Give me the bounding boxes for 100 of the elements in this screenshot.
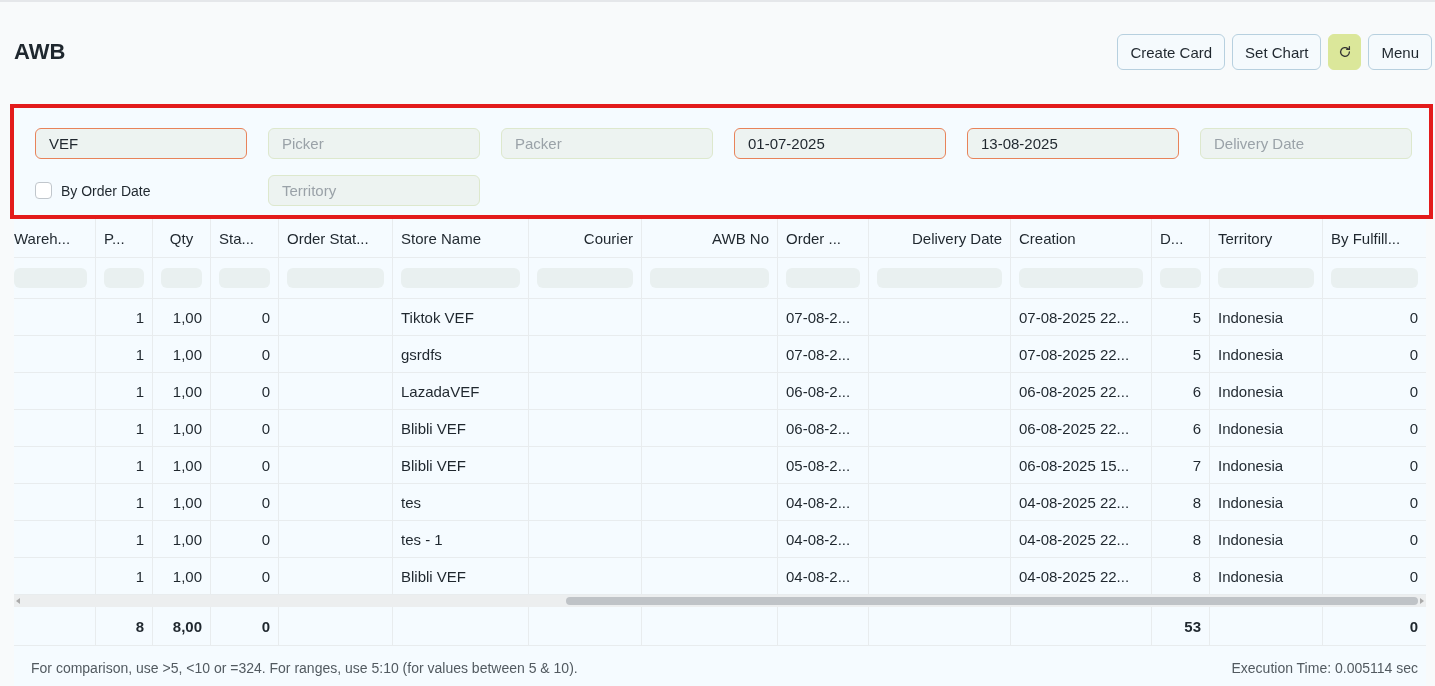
table-cell: 0 — [261, 345, 270, 363]
table-cell: 04-08-2025 22... — [1019, 567, 1130, 585]
table-cell: Indonesia — [1218, 345, 1284, 363]
column-header[interactable]: Creation — [1019, 229, 1076, 247]
action-button[interactable]: Set Chart — [1232, 34, 1322, 70]
table-cell: 07-08-2... — [786, 345, 851, 363]
table-cell: 07-08-2025 22... — [1019, 308, 1130, 326]
filter-field[interactable]: Picker — [268, 128, 480, 159]
scroll-left-icon[interactable] — [14, 597, 22, 605]
table-cell: 0 — [261, 308, 270, 326]
filter-hint: For comparison, use >5, <10 or =324. For ranges, use 5:10 (for values between 5 & 10). — [31, 660, 578, 676]
table-cell: Blibli VEF — [401, 567, 467, 585]
total-cell: 0 — [1409, 617, 1418, 635]
column-header[interactable]: P... — [104, 229, 125, 247]
column-header[interactable]: D... — [1160, 229, 1184, 247]
table-cell: 07-08-2025 22... — [1019, 345, 1130, 363]
column-header[interactable]: Order ... — [786, 229, 841, 247]
table-cell: 1 — [135, 419, 144, 437]
table-cell: 0 — [261, 567, 270, 585]
column-header[interactable]: Wareh... — [14, 229, 71, 247]
table-cell: 1,00 — [172, 567, 202, 585]
column-header[interactable]: Order Stat... — [287, 229, 369, 247]
column-header[interactable]: Delivery Date — [911, 229, 1002, 247]
table-cell: 1 — [135, 493, 144, 511]
table-cell: 1 — [135, 345, 144, 363]
column-header[interactable]: Qty — [169, 229, 194, 247]
table-cell: Indonesia — [1218, 530, 1284, 548]
table-cell: 0 — [1409, 382, 1418, 400]
table-cell: Indonesia — [1218, 456, 1284, 474]
checkbox[interactable] — [35, 182, 52, 199]
table-cell: 1,00 — [172, 345, 202, 363]
table-cell: 1 — [135, 567, 144, 585]
total-cell: 8 — [135, 617, 144, 635]
table-cell: 5 — [1192, 345, 1201, 363]
table-cell: 06-08-2025 15... — [1019, 456, 1130, 474]
filter-field[interactable]: Delivery Date — [1200, 128, 1412, 159]
table-cell: 07-08-2... — [786, 308, 851, 326]
execution-time: Execution Time: 0.005114 sec — [1231, 660, 1418, 676]
checkbox-label: By Order Date — [61, 182, 151, 199]
table-cell: 1 — [135, 382, 144, 400]
total-cell: 8,00 — [172, 617, 202, 635]
table-cell: tes - 1 — [401, 530, 443, 548]
table-cell: Indonesia — [1218, 419, 1284, 437]
table-cell: 0 — [1409, 345, 1418, 363]
table-cell: 05-08-2... — [786, 456, 851, 474]
total-cell: 53 — [1184, 617, 1201, 635]
table-cell: 0 — [261, 493, 270, 511]
table-cell: Tiktok VEF — [401, 308, 474, 326]
table-cell: 1,00 — [172, 382, 202, 400]
column-header[interactable]: AWB No — [712, 229, 769, 247]
table-cell: 5 — [1192, 308, 1201, 326]
table-cell: 8 — [1192, 493, 1201, 511]
column-header[interactable]: Territory — [1218, 229, 1273, 247]
table-cell: 04-08-2025 22... — [1019, 493, 1130, 511]
filter-field[interactable]: 01-07-2025 — [734, 128, 946, 159]
table-cell: 0 — [261, 382, 270, 400]
table-cell: 0 — [261, 530, 270, 548]
filter-field[interactable]: 13-08-2025 — [967, 128, 1179, 159]
table-cell: 0 — [1409, 493, 1418, 511]
table-cell: 1,00 — [172, 530, 202, 548]
table-cell: 04-08-2025 22... — [1019, 530, 1130, 548]
column-header[interactable]: Sta... — [219, 229, 255, 247]
action-button[interactable]: Create Card — [1117, 34, 1226, 70]
table-cell: Indonesia — [1218, 493, 1284, 511]
table-cell: Indonesia — [1218, 382, 1284, 400]
filter-field[interactable]: VEF — [35, 128, 247, 159]
column-header[interactable]: By Fulfill... — [1331, 229, 1401, 247]
table-cell: tes — [401, 493, 421, 511]
table-cell: 0 — [1409, 308, 1418, 326]
table-cell: 1 — [135, 308, 144, 326]
table-cell: 06-08-2025 22... — [1019, 382, 1130, 400]
refresh-icon — [1337, 45, 1352, 59]
table-cell: 1 — [135, 530, 144, 548]
horizontal-scrollbar[interactable] — [14, 595, 1426, 607]
action-button[interactable]: Menu — [1368, 34, 1432, 70]
table-cell: LazadaVEF — [401, 382, 480, 400]
table-cell: 04-08-2... — [786, 493, 851, 511]
table-cell: Indonesia — [1218, 308, 1284, 326]
table-cell: 6 — [1192, 382, 1201, 400]
table-cell: 0 — [1409, 567, 1418, 585]
column-header[interactable]: Courier — [583, 229, 633, 247]
column-header[interactable]: Store Name — [401, 229, 482, 247]
table-cell: 0 — [261, 456, 270, 474]
table-cell: 7 — [1192, 456, 1201, 474]
table-cell: Blibli VEF — [401, 419, 467, 437]
table-cell: 1,00 — [172, 493, 202, 511]
scroll-right-icon[interactable] — [1418, 597, 1426, 605]
table-cell: 0 — [1409, 456, 1418, 474]
filter-field[interactable]: Packer — [501, 128, 713, 159]
table-cell: 1,00 — [172, 419, 202, 437]
table-cell: 04-08-2... — [786, 530, 851, 548]
refresh-button[interactable] — [1328, 34, 1362, 70]
filter-field[interactable]: Territory — [268, 175, 480, 206]
table-cell: 8 — [1192, 567, 1201, 585]
table-cell: 1,00 — [172, 456, 202, 474]
table-cell: 04-08-2... — [786, 567, 851, 585]
table-cell: 6 — [1192, 419, 1201, 437]
table-cell: 06-08-2... — [786, 382, 851, 400]
table-cell: gsrdfs — [401, 345, 442, 363]
table-cell: Indonesia — [1218, 567, 1284, 585]
